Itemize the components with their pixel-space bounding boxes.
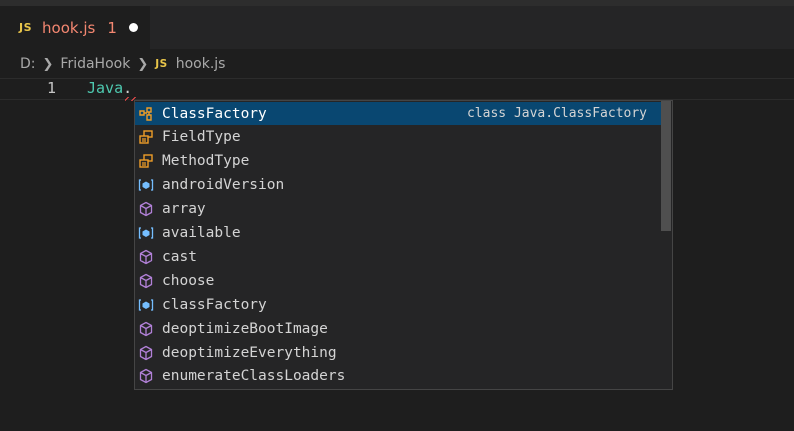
- method-icon: [138, 368, 154, 384]
- suggestion-label: classFactory: [162, 296, 267, 313]
- tab-label: hook.js: [42, 18, 96, 37]
- suggestion-item[interactable]: available: [135, 222, 661, 245]
- suggestion-item[interactable]: ClassFactory class Java.ClassFactory: [135, 102, 661, 125]
- breadcrumb: D: ❯ FridaHook ❯ JS hook.js: [20, 54, 225, 74]
- breadcrumb-folder[interactable]: FridaHook: [60, 56, 130, 72]
- code-line[interactable]: Java.: [87, 79, 132, 97]
- breadcrumb-drive[interactable]: D:: [20, 56, 36, 72]
- suggest-scrollbar[interactable]: [661, 101, 671, 231]
- suggestion-detail: class Java.ClassFactory: [466, 106, 647, 121]
- suggestion-label: androidVersion: [162, 177, 285, 194]
- method-icon: [138, 249, 154, 265]
- suggestion-item[interactable]: androidVersion: [135, 174, 661, 197]
- line-number: 1: [46, 79, 56, 97]
- variable-icon: [138, 297, 154, 313]
- problem-count-badge: 1: [107, 18, 117, 37]
- suggestion-item[interactable]: classFactory: [135, 293, 661, 316]
- method-icon: [138, 321, 154, 337]
- suggestion-label: FieldType: [162, 129, 241, 146]
- method-icon: [138, 273, 154, 289]
- suggestion-label: available: [162, 225, 241, 241]
- suggestion-label: ClassFactory: [162, 105, 267, 122]
- suggestion-label: MethodType: [162, 153, 250, 170]
- javascript-file-icon: JS: [19, 21, 33, 34]
- method-icon: [138, 345, 154, 361]
- tab-hook-js[interactable]: JS hook.js 1: [0, 6, 150, 49]
- suggestion-item[interactable]: enumerateClassLoaders: [135, 365, 661, 388]
- suggestion-item[interactable]: cast: [135, 245, 661, 268]
- suggestion-label: deoptimizeEverything: [162, 344, 337, 361]
- enum-icon: [138, 153, 154, 169]
- chevron-right-icon: ❯: [137, 56, 149, 72]
- code-punctuation: .: [123, 79, 133, 97]
- suggestion-item[interactable]: deoptimizeEverything: [135, 341, 661, 364]
- autocomplete-suggest-widget: ClassFactory class Java.ClassFactory Field…: [134, 100, 673, 390]
- suggestion-label: enumerateClassLoaders: [162, 368, 346, 385]
- suggestion-label: cast: [162, 248, 197, 265]
- class-icon: [138, 106, 154, 122]
- unsaved-dot-icon[interactable]: [128, 23, 138, 32]
- chevron-right-icon: ❯: [42, 56, 54, 72]
- method-icon: [138, 201, 154, 217]
- suggestion-item[interactable]: FieldType: [135, 126, 661, 149]
- breadcrumb-file[interactable]: hook.js: [176, 56, 226, 72]
- suggestion-item[interactable]: deoptimizeBootImage: [135, 317, 661, 340]
- suggestion-label: array: [162, 201, 206, 218]
- suggestion-item[interactable]: MethodType: [135, 150, 661, 173]
- javascript-file-icon: JS: [155, 58, 168, 70]
- enum-icon: [138, 129, 154, 145]
- suggestion-label: deoptimizeBootImage: [162, 320, 328, 337]
- code-identifier: Java: [87, 79, 124, 97]
- suggestion-label: choose: [162, 272, 215, 289]
- editor-tab-bar: JS hook.js 1: [0, 0, 794, 49]
- suggestion-item[interactable]: array: [135, 198, 661, 221]
- suggestion-item[interactable]: choose: [135, 269, 661, 292]
- variable-icon: [138, 177, 154, 193]
- variable-icon: [138, 225, 154, 241]
